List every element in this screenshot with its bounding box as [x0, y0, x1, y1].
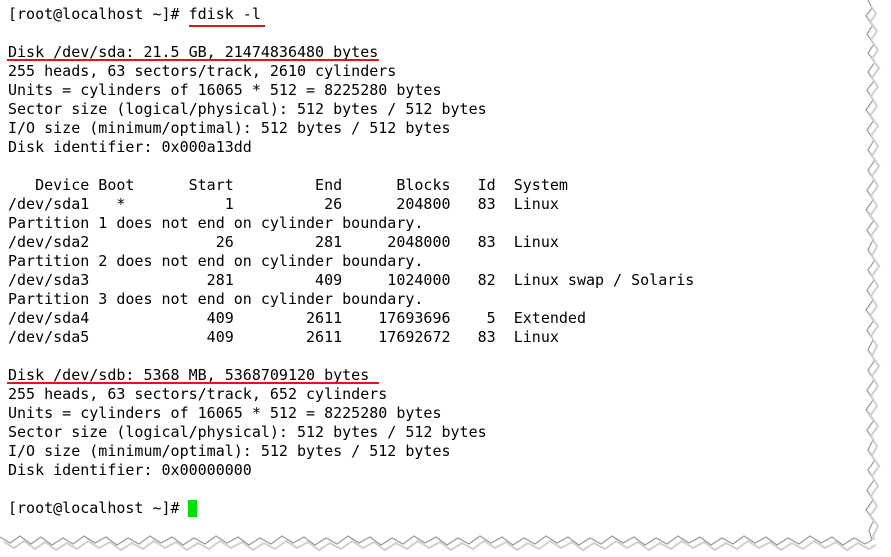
command-text: fdisk -l: [188, 5, 261, 23]
partition-table-header: Device Boot Start End Blocks Id System: [8, 176, 568, 194]
output-line: Disk identifier: 0x000a13dd: [8, 138, 252, 156]
output-line: Partition 1 does not end on cylinder bou…: [8, 214, 424, 232]
output-line: 255 heads, 63 sectors/track, 652 cylinde…: [8, 385, 388, 403]
partition-row: /dev/sda5 409 2611 17692672 83 Linux: [8, 328, 559, 346]
output-line: I/O size (minimum/optimal): 512 bytes / …: [8, 119, 451, 137]
output-line: Disk identifier: 0x00000000: [8, 461, 252, 479]
output-line: Units = cylinders of 16065 * 512 = 82252…: [8, 81, 442, 99]
partition-row: /dev/sda3 281 409 1024000 82 Linux swap …: [8, 271, 695, 289]
output-line: I/O size (minimum/optimal): 512 bytes / …: [8, 442, 451, 460]
terminal-cursor: [188, 500, 197, 517]
output-line: 255 heads, 63 sectors/track, 2610 cylind…: [8, 62, 397, 80]
output-line: Partition 2 does not end on cylinder bou…: [8, 252, 424, 270]
output-line: Partition 3 does not end on cylinder bou…: [8, 290, 424, 308]
command-line: [root@localhost ~]# fdisk -l: [8, 5, 261, 24]
shell-prompt: [root@localhost ~]#: [8, 499, 189, 517]
output-line: Sector size (logical/physical): 512 byte…: [8, 100, 487, 118]
final-prompt-line[interactable]: [root@localhost ~]#: [8, 499, 189, 518]
shell-prompt: [root@localhost ~]#: [8, 5, 189, 23]
partition-row: /dev/sda2 26 281 2048000 83 Linux: [8, 233, 559, 251]
output-line: Sector size (logical/physical): 512 byte…: [8, 423, 487, 441]
partition-row: /dev/sda4 409 2611 17693696 5 Extended: [8, 309, 586, 327]
terminal-window[interactable]: [root@localhost ~]# fdisk -l Disk /dev/s…: [0, 0, 891, 557]
partition-row: /dev/sda1 * 1 26 204800 83 Linux: [8, 195, 559, 213]
command-underline: [189, 25, 265, 27]
disk-sdb-underline: [7, 382, 379, 384]
disk-sda-underline: [7, 59, 379, 61]
output-line: Units = cylinders of 16065 * 512 = 82252…: [8, 404, 442, 422]
